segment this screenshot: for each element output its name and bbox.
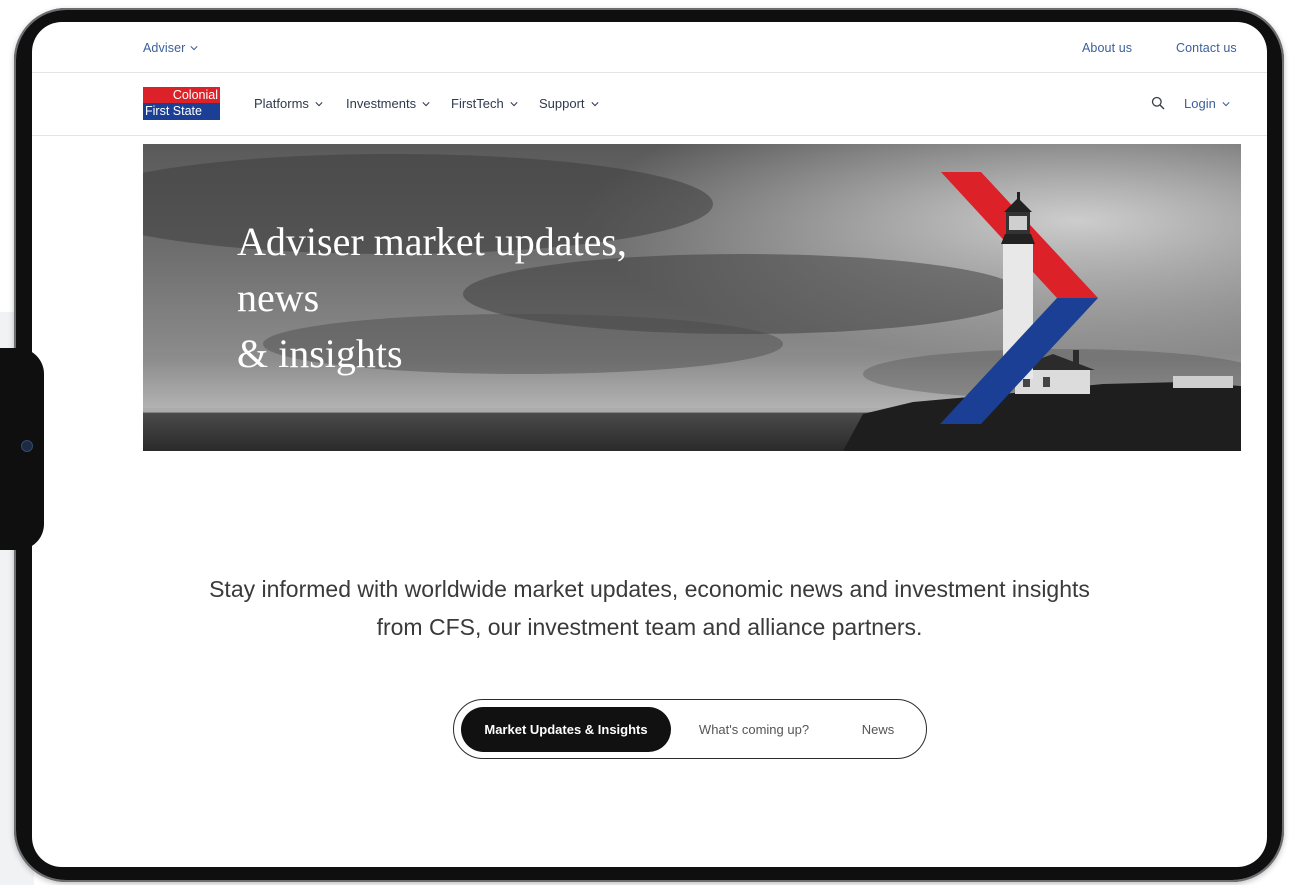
nav-support[interactable]: Support xyxy=(539,96,599,111)
chevron-down-icon xyxy=(190,46,198,51)
utility-bar: Adviser About us Contact us xyxy=(32,22,1267,73)
nav-investments[interactable]: Investments xyxy=(346,96,430,111)
login-menu[interactable]: Login xyxy=(1184,96,1230,111)
hero-title: Adviser market updates, news & insights xyxy=(237,219,627,376)
contact-us-link[interactable]: Contact us xyxy=(1176,41,1237,55)
intro-text: Stay informed with worldwide market upda… xyxy=(209,576,1090,640)
main-navigation: Colonial First State Platforms Investmen… xyxy=(32,73,1267,136)
tab-news[interactable]: News xyxy=(842,707,914,752)
search-icon xyxy=(1151,96,1165,110)
tab-market-updates[interactable]: Market Updates & Insights xyxy=(461,707,671,752)
colonial-first-state-logo[interactable]: Colonial First State xyxy=(143,87,220,120)
search-button[interactable] xyxy=(1151,96,1165,110)
hero-banner: Adviser market updates, news & insights xyxy=(143,144,1241,451)
nav-firsttech[interactable]: FirstTech xyxy=(451,96,518,111)
chevron-down-icon xyxy=(422,101,430,106)
about-us-link[interactable]: About us xyxy=(1082,41,1132,55)
chevron-down-icon xyxy=(1222,101,1230,106)
tablet-frame: Adviser About us Contact us Colonial Fir… xyxy=(0,8,1284,882)
tab-whats-coming-up[interactable]: What's coming up? xyxy=(686,707,822,752)
tablet-notch xyxy=(0,348,44,550)
audience-selector[interactable]: Adviser xyxy=(143,41,198,55)
nav-platforms[interactable]: Platforms xyxy=(254,96,323,111)
camera-icon xyxy=(21,440,33,452)
chevron-down-icon xyxy=(315,101,323,106)
chevron-down-icon xyxy=(510,101,518,106)
chevron-down-icon xyxy=(590,101,599,106)
content-tabs: Market Updates & Insights What's coming … xyxy=(453,699,927,759)
browser-screen: Adviser About us Contact us Colonial Fir… xyxy=(32,22,1267,867)
